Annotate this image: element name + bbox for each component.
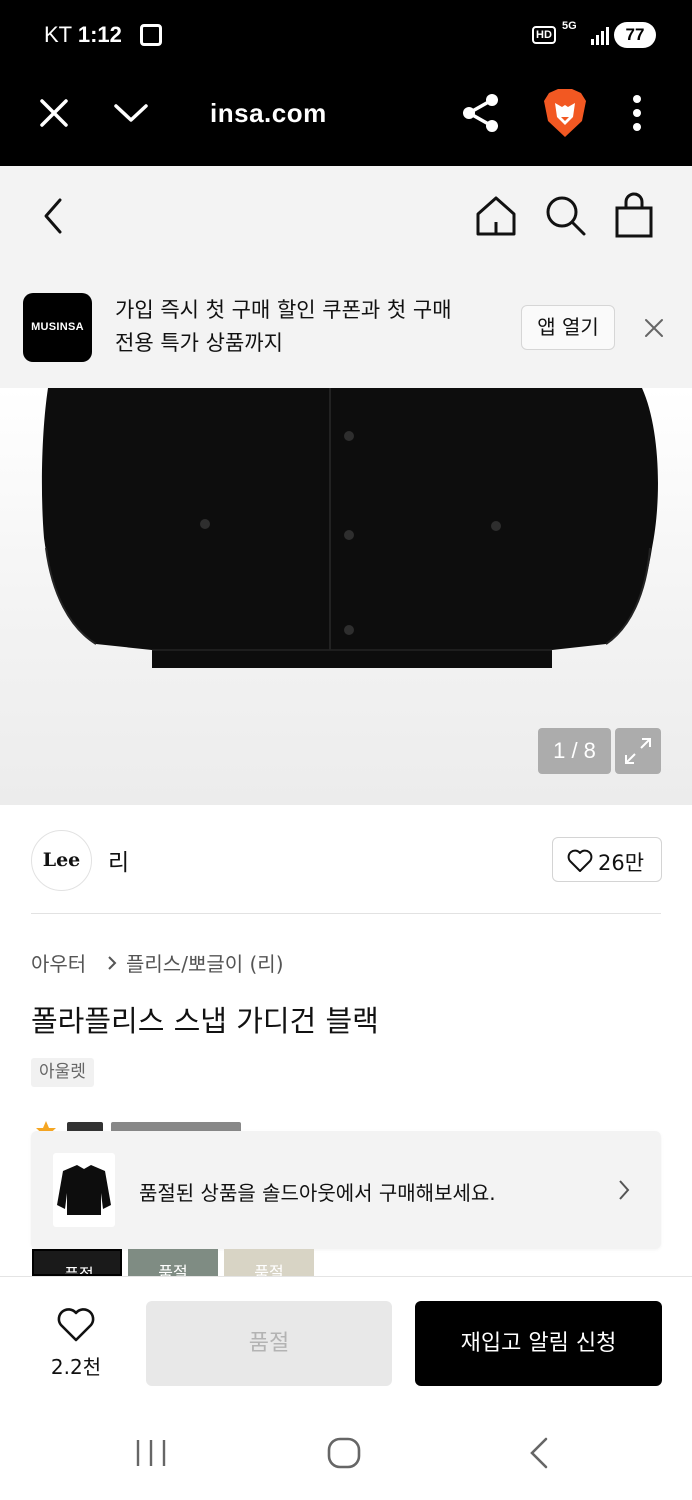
expand-image-button[interactable] — [615, 728, 661, 774]
breadcrumb-category[interactable]: 아우터 — [31, 948, 86, 977]
open-app-button[interactable]: 앱 열기 — [521, 305, 615, 350]
soldout-suggestion-popup[interactable]: 품절된 상품을 솔드아웃에서 구매해보세요. — [31, 1131, 661, 1249]
browser-toolbar: insa.com — [0, 70, 692, 166]
chevron-right-icon — [619, 1180, 630, 1200]
shopping-bag-icon[interactable] — [614, 192, 654, 238]
thumbnail-image — [57, 1165, 111, 1215]
system-navigation-bar — [0, 1406, 692, 1500]
hd-voice-icon: HD — [532, 26, 556, 44]
musinsa-logo: MUSINSA — [23, 293, 92, 362]
status-carrier: KT 1:12 — [44, 22, 122, 48]
banner-message-line1: 가입 즉시 첫 구매 할인 쿠폰과 첫 구매 — [115, 298, 452, 322]
product-image-gallery[interactable]: 1 / 8 — [0, 388, 692, 805]
color-swatch-gray-green[interactable]: 품절 — [128, 1249, 218, 1276]
breadcrumb-subcategory[interactable]: 플리스/뽀글이 (리) — [126, 948, 284, 977]
bottom-action-bar: 2.2천 품절 재입고 알림 신청 — [0, 1276, 692, 1406]
back-nav-icon[interactable] — [526, 1436, 552, 1470]
swatch-soldout-label: 품절 — [254, 1263, 284, 1276]
share-icon[interactable] — [460, 92, 502, 134]
banner-message-line2: 전용 특가 상품까지 — [115, 331, 283, 355]
divider — [31, 913, 661, 914]
heart-icon — [567, 849, 593, 872]
screen-record-icon — [140, 24, 162, 46]
color-swatch-beige[interactable]: 품절 — [224, 1249, 314, 1276]
more-vertical-icon[interactable] — [630, 94, 644, 134]
url-bar[interactable]: insa.com — [210, 98, 327, 129]
recent-apps-icon[interactable] — [134, 1438, 168, 1468]
image-counter: 1 / 8 — [538, 728, 611, 774]
expand-icon — [625, 738, 651, 764]
heart-icon — [57, 1308, 95, 1342]
battery-icon: 77 — [614, 22, 656, 48]
brand-row: Lee 리 26만 — [0, 805, 692, 915]
restock-alert-button[interactable]: 재입고 알림 신청 — [415, 1301, 662, 1386]
brand-logo[interactable]: Lee — [31, 830, 92, 891]
product-title: 폴라플리스 스냅 가디건 블랙 — [31, 1004, 379, 1038]
signal-icon — [591, 27, 609, 45]
brave-lion-icon[interactable] — [542, 87, 588, 139]
outlet-tag: 아울렛 — [31, 1058, 94, 1087]
soldout-button: 품절 — [146, 1301, 392, 1386]
product-photo-jacket — [41, 388, 658, 668]
carrier-name: KT — [44, 22, 72, 47]
swatch-soldout-label: 품절 — [158, 1263, 188, 1276]
home-nav-icon[interactable] — [326, 1436, 362, 1470]
back-icon[interactable] — [38, 196, 68, 236]
brand-like-button[interactable]: 26만 — [552, 837, 662, 882]
banner-message: 가입 즉시 첫 구매 할인 쿠폰과 첫 구매 전용 특가 상품까지 — [115, 294, 505, 360]
site-header — [0, 166, 692, 266]
chevron-right-icon — [108, 956, 117, 970]
brand-name[interactable]: 리 — [108, 843, 129, 877]
search-icon[interactable] — [544, 194, 588, 238]
soldout-popup-message: 품절된 상품을 솔드아웃에서 구매해보세요. — [139, 1181, 496, 1205]
network-type: 5G — [562, 20, 577, 32]
color-swatch-black[interactable]: 품절 — [32, 1249, 122, 1276]
swatch-soldout-label: 품절 — [64, 1265, 94, 1276]
close-icon[interactable] — [38, 97, 70, 129]
brand-like-count: 26만 — [598, 851, 645, 875]
status-bar: KT 1:12 HD 5G 77 — [0, 0, 692, 70]
chevron-down-icon[interactable] — [112, 100, 150, 126]
home-icon[interactable] — [474, 194, 518, 238]
app-install-banner: MUSINSA 가입 즉시 첫 구매 할인 쿠폰과 첫 구매 전용 특가 상품까… — [0, 266, 692, 388]
status-time: 1:12 — [77, 22, 122, 47]
wishlist-count: 2.2천 — [50, 1355, 102, 1379]
product-thumbnail — [53, 1153, 115, 1227]
banner-close-icon[interactable] — [644, 318, 664, 338]
